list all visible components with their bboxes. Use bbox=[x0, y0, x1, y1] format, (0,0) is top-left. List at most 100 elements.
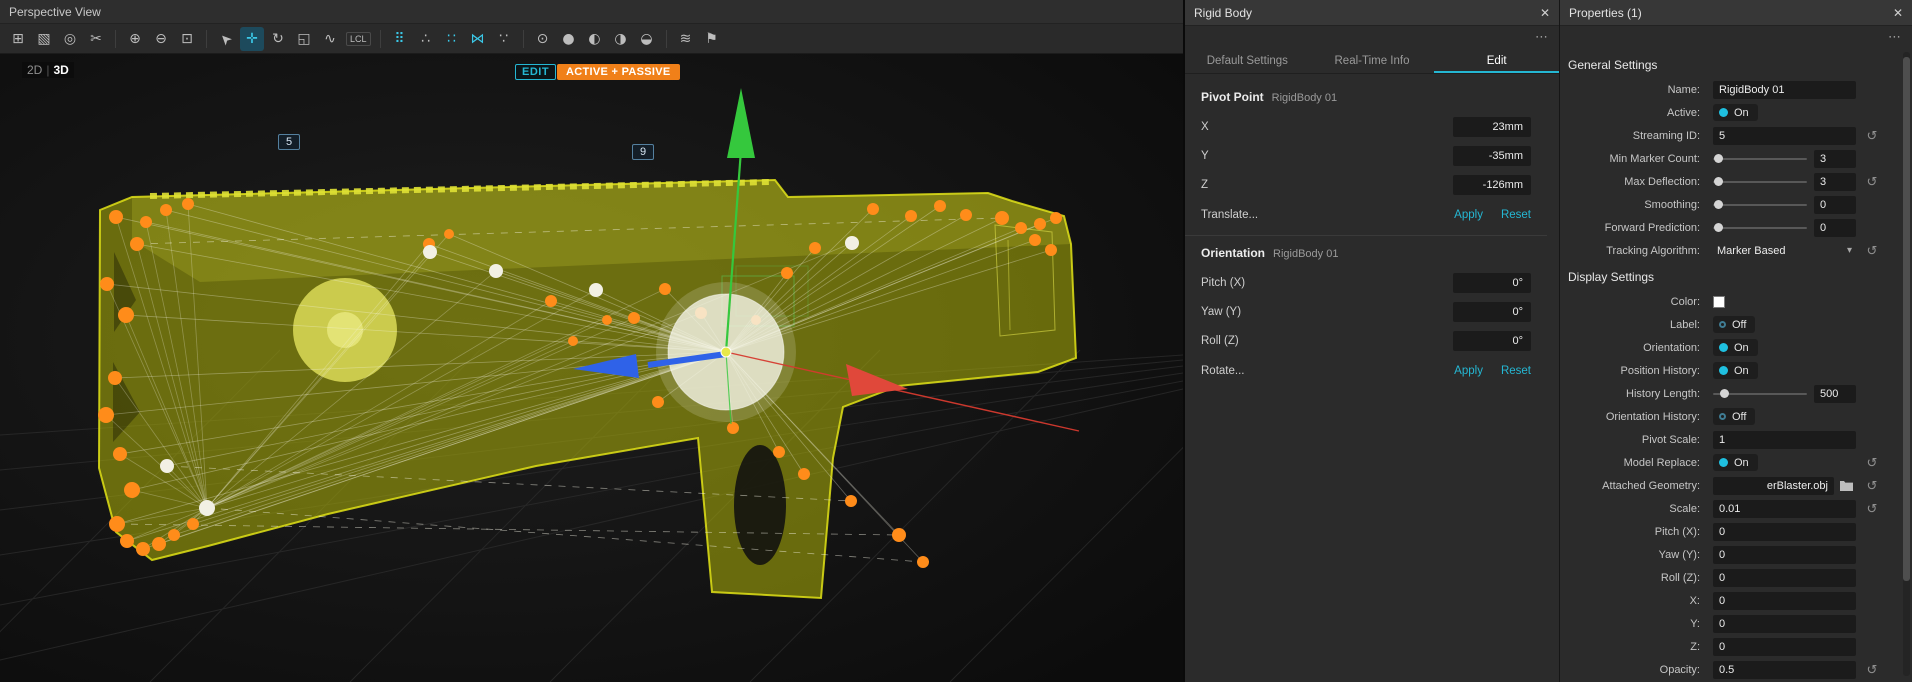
slider-knob-icon[interactable] bbox=[1713, 222, 1723, 232]
marker-style-half-icon[interactable]: ◐ bbox=[583, 27, 607, 51]
marker-dot[interactable] bbox=[160, 204, 172, 216]
smoothing-slider[interactable]: 0 bbox=[1713, 195, 1856, 214]
view-mode-toggle[interactable]: 2D | 3D bbox=[22, 62, 74, 78]
marker-dot[interactable] bbox=[905, 210, 917, 222]
marker-dot[interactable] bbox=[934, 200, 946, 212]
marker-dot[interactable] bbox=[568, 336, 578, 346]
panel-menu-icon[interactable]: ⋯ bbox=[1888, 29, 1902, 45]
undo-icon[interactable]: ↺ bbox=[1859, 501, 1885, 517]
marker-link-icon[interactable]: ⋈ bbox=[466, 27, 490, 51]
apply-button[interactable]: Apply bbox=[1454, 365, 1483, 377]
scale-tool-icon[interactable]: ◱ bbox=[292, 27, 316, 51]
slider-knob-icon[interactable] bbox=[1720, 388, 1730, 398]
undo-icon[interactable]: ↺ bbox=[1859, 243, 1885, 259]
marker-dot[interactable] bbox=[659, 283, 671, 295]
zoom-fit-icon[interactable]: ⊡ bbox=[175, 27, 199, 51]
marker-dot[interactable] bbox=[136, 542, 150, 556]
tab-real-time-info[interactable]: Real-Time Info bbox=[1310, 48, 1435, 73]
marker-dot[interactable] bbox=[152, 537, 166, 551]
properties-scrollbar[interactable] bbox=[1903, 52, 1910, 676]
color-swatch[interactable] bbox=[1713, 295, 1725, 308]
translate-tool-icon[interactable]: ✛ bbox=[240, 26, 264, 51]
max-deflection-slider[interactable]: 3 bbox=[1713, 172, 1856, 191]
value-input-pitch-x[interactable]: 0° bbox=[1453, 272, 1531, 293]
pin-icon[interactable]: ⚑ bbox=[700, 27, 724, 51]
value-input-z[interactable]: -126mm bbox=[1453, 174, 1531, 195]
slider-value-input[interactable]: 500 bbox=[1814, 384, 1856, 403]
zoom-in-icon[interactable]: ⊕ bbox=[123, 27, 147, 51]
folder-icon[interactable] bbox=[1840, 480, 1853, 491]
marker-dot[interactable] bbox=[1015, 222, 1027, 234]
marker-dot[interactable] bbox=[798, 468, 810, 480]
marker-dot[interactable] bbox=[109, 210, 123, 224]
marker-dot[interactable] bbox=[118, 307, 134, 323]
close-icon[interactable]: ✕ bbox=[1893, 6, 1903, 20]
scrollbar-thumb[interactable] bbox=[1903, 57, 1910, 582]
marker-dot[interactable] bbox=[1034, 218, 1046, 230]
forward-prediction-slider[interactable]: 0 bbox=[1713, 218, 1856, 237]
streaming-id-input[interactable]: 5 bbox=[1713, 126, 1856, 145]
label-toggle[interactable]: Off bbox=[1713, 316, 1756, 333]
x-input[interactable]: 0 bbox=[1713, 591, 1856, 610]
orientation-toggle[interactable]: On bbox=[1713, 339, 1758, 356]
trajectories-icon[interactable]: ≋ bbox=[674, 27, 698, 51]
marker-dot[interactable] bbox=[602, 315, 612, 325]
marker-dot[interactable] bbox=[628, 312, 640, 324]
lasso-select-icon[interactable]: ∴ bbox=[414, 27, 438, 51]
marker-dot[interactable] bbox=[781, 267, 793, 279]
active-toggle[interactable]: On bbox=[1713, 104, 1758, 121]
marker-dot[interactable] bbox=[1045, 244, 1057, 256]
marker-dot[interactable] bbox=[182, 198, 194, 210]
undo-icon[interactable]: ↺ bbox=[1859, 455, 1885, 471]
select-tool-icon[interactable]: ➤ bbox=[209, 22, 243, 56]
marker-dot[interactable] bbox=[140, 216, 152, 228]
position-history-toggle[interactable]: On bbox=[1713, 362, 1758, 379]
model-replace-toggle[interactable]: On bbox=[1713, 454, 1758, 471]
selected-marker-dot[interactable] bbox=[489, 264, 503, 278]
yaw-y-input[interactable]: 0 bbox=[1713, 545, 1856, 564]
mode-3d-button[interactable]: 3D bbox=[53, 63, 68, 77]
cut-icon[interactable]: ✂ bbox=[84, 27, 108, 51]
value-input-x[interactable]: 23mm bbox=[1453, 116, 1531, 137]
marker-dot[interactable] bbox=[187, 518, 199, 530]
marker-dot[interactable] bbox=[652, 396, 664, 408]
marker-dot[interactable] bbox=[773, 446, 785, 458]
marker-dot[interactable] bbox=[809, 242, 821, 254]
slider-value-input[interactable]: 3 bbox=[1814, 172, 1856, 191]
orientation-history-toggle[interactable]: Off bbox=[1713, 408, 1756, 425]
trajectory-tool-icon[interactable]: ∿ bbox=[318, 27, 342, 51]
marker-dot[interactable] bbox=[917, 556, 929, 568]
undo-icon[interactable]: ↺ bbox=[1859, 478, 1885, 494]
marker-dot[interactable] bbox=[109, 516, 125, 532]
marker-dot[interactable] bbox=[98, 407, 114, 423]
slider-knob-icon[interactable] bbox=[1713, 153, 1723, 163]
zoom-out-icon[interactable]: ⊖ bbox=[149, 27, 173, 51]
scene-canvas[interactable] bbox=[0, 54, 1183, 682]
viewport-3d-scene[interactable]: 2D | 3D EDIT ACTIVE + PASSIVE 5 9 bbox=[0, 54, 1183, 682]
name-input[interactable]: RigidBody 01 bbox=[1713, 80, 1856, 99]
y-input[interactable]: 0 bbox=[1713, 614, 1856, 633]
marker-dot[interactable] bbox=[444, 229, 454, 239]
marker-style-filled-icon[interactable]: ● bbox=[557, 27, 581, 51]
marker-dot[interactable] bbox=[124, 482, 140, 498]
opacity-input[interactable]: 0.5 bbox=[1713, 660, 1856, 679]
history-length-slider[interactable]: 500 bbox=[1713, 384, 1856, 403]
selected-marker-dot[interactable] bbox=[160, 459, 174, 473]
select-markers-icon[interactable]: ⠿ bbox=[388, 27, 412, 51]
marker-dot[interactable] bbox=[1029, 234, 1041, 246]
marker-dot[interactable] bbox=[168, 529, 180, 541]
attached-geometry-input[interactable]: erBlaster.obj bbox=[1713, 476, 1834, 495]
min-marker-count-slider[interactable]: 3 bbox=[1713, 149, 1856, 168]
marker-dot[interactable] bbox=[960, 209, 972, 221]
undo-icon[interactable]: ↺ bbox=[1859, 128, 1885, 144]
selected-marker-dot[interactable] bbox=[589, 283, 603, 297]
local-coordinates-button[interactable]: LCL bbox=[346, 31, 371, 46]
value-input-y[interactable]: -35mm bbox=[1453, 145, 1531, 166]
selected-marker-dot[interactable] bbox=[845, 236, 859, 250]
scale-input[interactable]: 0.01 bbox=[1713, 499, 1856, 518]
pivot-point-dot[interactable] bbox=[720, 346, 732, 358]
marker-dot[interactable] bbox=[100, 277, 114, 291]
marker-dot[interactable] bbox=[113, 447, 127, 461]
marker-dot[interactable] bbox=[545, 295, 557, 307]
close-icon[interactable]: ✕ bbox=[1540, 6, 1550, 20]
